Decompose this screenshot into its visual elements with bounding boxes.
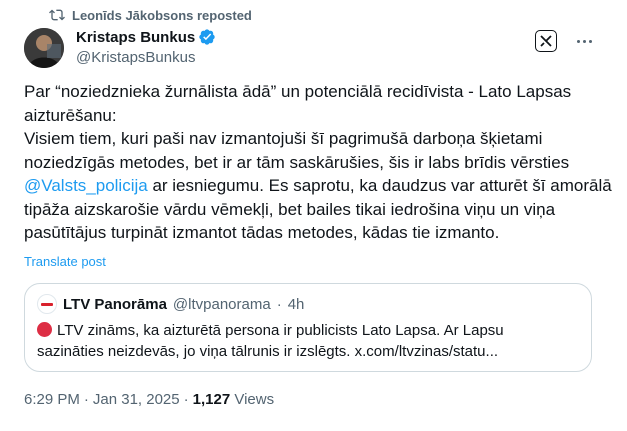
views-label: Views (234, 391, 275, 408)
views[interactable]: 1,127 Views (193, 391, 274, 408)
quote-avatar[interactable] (37, 294, 57, 314)
quote-text: LTV zināms, ka aizturētā persona ir publ… (37, 320, 577, 362)
verified-badge-icon (199, 29, 215, 45)
quote-separator: · (276, 295, 282, 313)
avatar[interactable] (24, 28, 64, 68)
author-handle[interactable]: @KristapsBunkus (76, 49, 195, 66)
repost-text: Leonīds Jākobsons reposted (72, 7, 252, 23)
quote-author-name[interactable]: LTV Panorāma (63, 296, 167, 313)
quote-time[interactable]: 4h (288, 296, 305, 313)
post-line2: Visiem tiem, kuri paši nav izmantojuši š… (24, 127, 614, 245)
repost-icon (49, 9, 65, 21)
meta-separator: · (183, 391, 189, 408)
more-icon[interactable] (573, 33, 595, 49)
quote-card[interactable]: LTV Panorāma @ltvpanorama · 4h LTV zinām… (24, 283, 592, 372)
post-text-before: Visiem tiem, kuri paši nav izmantojuši š… (24, 129, 570, 172)
red-circle-icon (37, 322, 52, 337)
meta-separator: · (83, 391, 89, 408)
repost-indicator[interactable]: Leonīds Jākobsons reposted (49, 6, 252, 24)
post-meta: 6:29 PM · Jan 31, 2025 · 1,127 Views (24, 391, 274, 408)
quote-line1-text: LTV zināms, ka aizturētā persona ir publ… (57, 322, 504, 339)
mention-link[interactable]: @Valsts_policija (24, 176, 148, 195)
author-name[interactable]: Kristaps Bunkus (76, 29, 195, 46)
quote-line1: LTV zināms, ka aizturētā persona ir publ… (37, 320, 577, 341)
grok-button[interactable] (535, 30, 557, 52)
post-text: Par “noziedznieka žurnālista ādā” un pot… (24, 80, 614, 245)
quote-line2: sazināties neizdevās, jo viņa tālrunis i… (37, 343, 499, 360)
post-date[interactable]: Jan 31, 2025 (93, 391, 180, 408)
post-time[interactable]: 6:29 PM (24, 391, 80, 408)
translate-post-link[interactable]: Translate post (24, 254, 106, 269)
grok-icon (540, 35, 552, 47)
post-line1: Par “noziedznieka žurnālista ādā” un pot… (24, 82, 572, 125)
quote-author-handle: @ltvpanorama (172, 295, 271, 313)
views-count: 1,127 (192, 391, 231, 408)
